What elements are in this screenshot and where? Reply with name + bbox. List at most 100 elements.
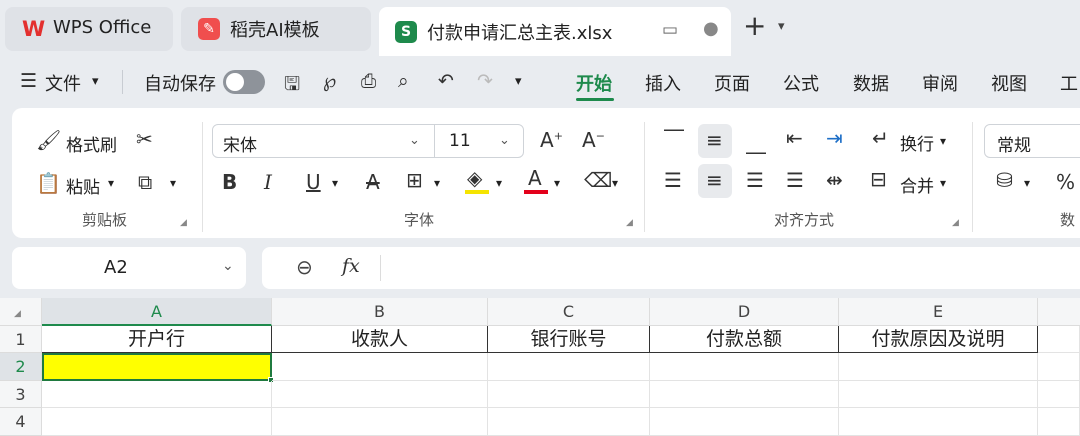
- paste-chevron-icon[interactable]: ▾: [108, 176, 114, 190]
- font-color-icon[interactable]: A: [528, 166, 542, 190]
- increase-font-icon[interactable]: A+: [540, 128, 563, 152]
- menu-tab-page[interactable]: 页面: [714, 70, 750, 96]
- format-painter-icon[interactable]: 🖌: [36, 128, 61, 152]
- row-header-2[interactable]: 2: [0, 353, 42, 381]
- percent-button[interactable]: %: [1056, 170, 1075, 194]
- cell-e3[interactable]: [839, 381, 1038, 408]
- more-chevron-icon[interactable]: ▾: [515, 74, 522, 89]
- number-format-select[interactable]: 常规: [984, 124, 1080, 158]
- cell-b1[interactable]: 收款人: [272, 326, 488, 353]
- file-chevron-icon[interactable]: ▾: [92, 74, 99, 89]
- cell-d2[interactable]: [650, 353, 839, 381]
- align-top-icon[interactable]: ⎺: [664, 126, 684, 150]
- tab-list-chevron-icon[interactable]: ▾: [778, 19, 785, 34]
- merge-chevron-icon[interactable]: ▾: [940, 176, 946, 190]
- copy-icon[interactable]: ⧉: [138, 170, 152, 194]
- file-menu[interactable]: 文件: [45, 70, 81, 96]
- increase-indent-icon[interactable]: ⇥: [826, 126, 843, 150]
- decrease-font-icon[interactable]: A−: [582, 128, 605, 152]
- fill-color-icon[interactable]: ◈: [467, 166, 482, 190]
- cell-c2[interactable]: [488, 353, 650, 381]
- select-all-corner[interactable]: ◢: [0, 298, 42, 326]
- menu-tab-view[interactable]: 视图: [991, 70, 1027, 96]
- menu-tab-review[interactable]: 审阅: [922, 70, 958, 96]
- name-box-chevron-icon[interactable]: ⌄: [222, 258, 234, 274]
- distribute-icon[interactable]: ⇹: [826, 168, 843, 192]
- column-header-a[interactable]: A: [42, 298, 272, 326]
- cut-icon[interactable]: ✂: [136, 127, 153, 151]
- menu-icon[interactable]: ☰: [20, 70, 37, 92]
- tab-docer[interactable]: ✎ 稻壳AI模板: [181, 7, 371, 51]
- align-center-button[interactable]: ≡: [698, 164, 732, 198]
- cell-e1[interactable]: 付款原因及说明: [839, 326, 1038, 353]
- cell-c3[interactable]: [488, 381, 650, 408]
- dialog-launcher-icon[interactable]: ◢: [952, 218, 959, 228]
- align-bottom-icon[interactable]: ⎽: [746, 130, 766, 154]
- cell-f3[interactable]: [1038, 381, 1080, 408]
- wrap-chevron-icon[interactable]: ▾: [940, 134, 946, 148]
- strikethrough-icon[interactable]: A: [366, 170, 380, 194]
- cell-f4[interactable]: [1038, 408, 1080, 436]
- cell-f1[interactable]: [1038, 326, 1080, 353]
- column-header-c[interactable]: C: [488, 298, 650, 326]
- dialog-launcher-icon[interactable]: ◢: [626, 218, 633, 228]
- currency-chevron-icon[interactable]: ▾: [1024, 176, 1030, 190]
- cell-a4[interactable]: [42, 408, 272, 436]
- new-tab-icon[interactable]: +: [743, 12, 766, 40]
- tab-spreadsheet[interactable]: S 付款申请汇总主表.xlsx ▭ ●: [379, 7, 731, 56]
- merge-cells-button[interactable]: 合并: [900, 172, 934, 197]
- column-header-e[interactable]: E: [839, 298, 1038, 326]
- menu-tab-formula[interactable]: 公式: [783, 70, 819, 96]
- cell-b3[interactable]: [272, 381, 488, 408]
- format-icon[interactable]: ℘: [323, 70, 336, 92]
- dialog-launcher-icon[interactable]: ◢: [180, 218, 187, 228]
- menu-tab-tools[interactable]: 工: [1060, 70, 1078, 96]
- cell-c4[interactable]: [488, 408, 650, 436]
- wrap-text-button[interactable]: 换行: [900, 130, 934, 155]
- align-left-icon[interactable]: ☰: [664, 168, 682, 192]
- currency-icon[interactable]: ⛁: [996, 168, 1013, 192]
- paste-button[interactable]: 粘贴: [66, 173, 100, 198]
- merge-cells-icon[interactable]: ⊟: [870, 167, 887, 191]
- menu-tab-home[interactable]: 开始: [576, 70, 612, 96]
- tab-wps-office[interactable]: W WPS Office: [5, 7, 173, 51]
- cell-a2-selected[interactable]: [42, 353, 272, 381]
- column-header-d[interactable]: D: [650, 298, 839, 326]
- font-size-chevron-icon[interactable]: ⌄: [499, 133, 510, 148]
- zoom-search-icon[interactable]: ⊖: [296, 255, 313, 279]
- align-middle-button[interactable]: ≡: [698, 124, 732, 158]
- cell-e2[interactable]: [839, 353, 1038, 381]
- font-size-select[interactable]: 11: [449, 131, 471, 151]
- autosave-toggle[interactable]: [223, 70, 265, 94]
- align-right-icon[interactable]: ☰: [746, 168, 764, 192]
- italic-icon[interactable]: I: [264, 170, 272, 194]
- cell-c1[interactable]: 银行账号: [488, 326, 650, 353]
- paste-icon[interactable]: 📋: [36, 171, 61, 195]
- cell-d1[interactable]: 付款总额: [650, 326, 839, 353]
- cell-b4[interactable]: [272, 408, 488, 436]
- underline-chevron-icon[interactable]: ▾: [332, 176, 338, 190]
- font-color-chevron-icon[interactable]: ▾: [554, 176, 560, 190]
- undo-icon[interactable]: ↶: [438, 70, 454, 92]
- monitor-icon[interactable]: ▭: [662, 20, 678, 40]
- fx-icon[interactable]: fx: [342, 255, 360, 277]
- redo-icon[interactable]: ↷: [477, 70, 493, 92]
- row-header-4[interactable]: 4: [0, 408, 42, 436]
- print-preview-icon[interactable]: ⌕: [398, 70, 409, 92]
- border-icon[interactable]: ⊞: [406, 168, 423, 192]
- justify-icon[interactable]: ☰: [786, 168, 804, 192]
- fill-chevron-icon[interactable]: ▾: [496, 176, 502, 190]
- column-header-b[interactable]: B: [272, 298, 488, 326]
- row-header-3[interactable]: 3: [0, 381, 42, 408]
- menu-tab-data[interactable]: 数据: [853, 70, 889, 96]
- border-chevron-icon[interactable]: ▾: [434, 176, 440, 190]
- decrease-indent-icon[interactable]: ⇤: [786, 126, 803, 150]
- copy-chevron-icon[interactable]: ▾: [170, 176, 176, 190]
- underline-icon[interactable]: U: [306, 170, 321, 194]
- eraser-chevron-icon[interactable]: ▾: [612, 176, 618, 190]
- cell-d4[interactable]: [650, 408, 839, 436]
- menu-tab-insert[interactable]: 插入: [645, 70, 681, 96]
- wrap-text-icon[interactable]: ↵: [872, 126, 889, 150]
- cell-e4[interactable]: [839, 408, 1038, 436]
- save-icon[interactable]: 🖫: [284, 70, 300, 102]
